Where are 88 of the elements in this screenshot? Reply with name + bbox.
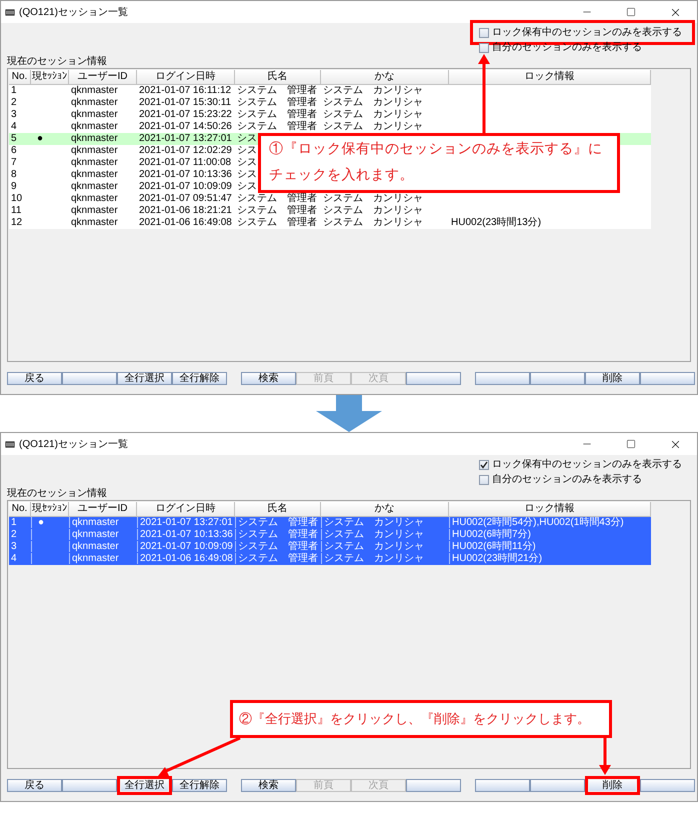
table-cell: システム 管理者 [237, 85, 317, 96]
table-cell: 2021-01-07 09:51:47 [139, 193, 232, 204]
table-cell: qknmaster [71, 193, 118, 204]
table-cell: 2021-01-07 10:09:09 [139, 181, 232, 192]
table-cell: 2021-01-07 15:30:11 [139, 97, 232, 108]
callout-tooltip: ①『ロック保有中のセッションのみを表示する』にチェックを入れます。 [258, 133, 620, 193]
table-cell: システム カンリシャ [323, 85, 423, 96]
table-cell: HU002(6時間7分) [452, 529, 531, 540]
table-cell: 1 [11, 517, 17, 528]
table-cell: 4 [11, 553, 17, 564]
table-cell: システム カンリシャ [324, 541, 424, 552]
table-cell: 9 [11, 181, 17, 192]
table-cell: 3 [11, 541, 17, 552]
table-cell: シス [237, 169, 257, 180]
table-cell: HU002(23時間13分) [451, 217, 542, 228]
table-cell: システム 管理者 [238, 529, 318, 540]
table-cell: システム カンリシャ [323, 205, 423, 216]
table-cell: システム カンリシャ [324, 553, 424, 564]
table-cell: 2021-01-07 16:11:12 [139, 85, 232, 96]
table-cell: システム カンリシャ [323, 121, 423, 132]
window-title: (QO121)セッション一覧 [19, 438, 128, 452]
table-cell: 5 [11, 133, 17, 144]
table-cell: シス [237, 133, 257, 144]
table-cell: システム 管理者 [237, 97, 317, 108]
table-cell: 2021-01-07 10:09:09 [140, 541, 233, 552]
table-cell: qknmaster [71, 109, 118, 120]
table-cell: 2021-01-06 16:49:08 [139, 217, 232, 228]
table-cell: 1 [11, 85, 17, 96]
window-title: (QO121)セッション一覧 [19, 6, 128, 20]
table-cell: 2021-01-07 13:27:01 [140, 517, 233, 528]
table-cell: 2 [11, 529, 17, 540]
table-cell: システム 管理者 [238, 541, 318, 552]
table-cell: システム 管理者 [237, 193, 317, 204]
table-cell: システム カンリシャ [323, 193, 423, 204]
table-cell: 6 [11, 145, 17, 156]
table-cell: シス [237, 145, 257, 156]
table-cell: qknmaster [71, 169, 118, 180]
table-cell: 8 [11, 169, 17, 180]
table-cell: 7 [11, 157, 17, 168]
table-cell: 12 [11, 217, 22, 228]
table-cell: qknmaster [71, 97, 118, 108]
table-cell: 2 [11, 97, 17, 108]
table-cell: 11 [11, 205, 22, 216]
table-cell: qknmaster [71, 121, 118, 132]
table-cell: 2021-01-07 14:50:26 [139, 121, 232, 132]
table-cell: 2021-01-07 12:02:29 [139, 145, 232, 156]
table-cell: qknmaster [72, 517, 119, 528]
table-cell: システム カンリシャ [324, 529, 424, 540]
table-cell: qknmaster [71, 157, 118, 168]
table-cell: 2021-01-07 15:23:22 [139, 109, 232, 120]
table-cell: システム カンリシャ [323, 217, 423, 228]
table-cell: qknmaster [71, 181, 118, 192]
table-cell: 2021-01-06 18:21:21 [139, 205, 232, 216]
table-cell: qknmaster [72, 529, 119, 540]
table-cell: qknmaster [71, 133, 118, 144]
table-cell: 2021-01-07 10:13:36 [140, 529, 233, 540]
table-cell: 2021-01-06 16:49:08 [140, 553, 233, 564]
table-cell: 3 [11, 109, 17, 120]
table-cell: システム カンリシャ [323, 109, 423, 120]
table-cell-text: ● [37, 517, 44, 528]
table-cell: qknmaster [72, 541, 119, 552]
table-cell: システム カンリシャ [323, 97, 423, 108]
table-cell: システム 管理者 [237, 109, 317, 120]
table-cell: 10 [11, 193, 22, 204]
table-cell: qknmaster [71, 205, 118, 216]
table-cell: 2021-01-07 13:27:01 [139, 133, 232, 144]
section-label: 現在のセッション情報 [7, 488, 108, 500]
table-cell: シス [237, 157, 257, 168]
table-cell: HU002(2時間54分),HU002(1時間43分) [452, 517, 624, 528]
table-cell: システム 管理者 [237, 217, 317, 228]
table-cell: システム 管理者 [237, 121, 317, 132]
table-cell-text: ● [36, 133, 44, 144]
table-cell: HU002(6時間11分) [452, 541, 536, 552]
table-cell: システム 管理者 [237, 205, 317, 216]
table-cell: 2021-01-07 10:13:36 [139, 169, 232, 180]
callout-tooltip: ②『全行選択』をクリックし、『削除』をクリックします。 [230, 700, 612, 738]
table-cell: システム カンリシャ [324, 517, 424, 528]
table-cell: 4 [11, 121, 17, 132]
table-cell: システム 管理者 [238, 517, 318, 528]
table-cell: 2021-01-07 11:00:08 [139, 157, 232, 168]
table-cell: qknmaster [71, 145, 118, 156]
section-label: 現在のセッション情報 [7, 56, 108, 68]
table-cell: qknmaster [71, 217, 118, 228]
table-cell: HU002(23時間21分) [452, 553, 542, 564]
table-cell: qknmaster [72, 553, 119, 564]
table-cell: シス [237, 181, 257, 192]
table-cell: システム 管理者 [238, 553, 318, 564]
table-cell: qknmaster [71, 85, 118, 96]
